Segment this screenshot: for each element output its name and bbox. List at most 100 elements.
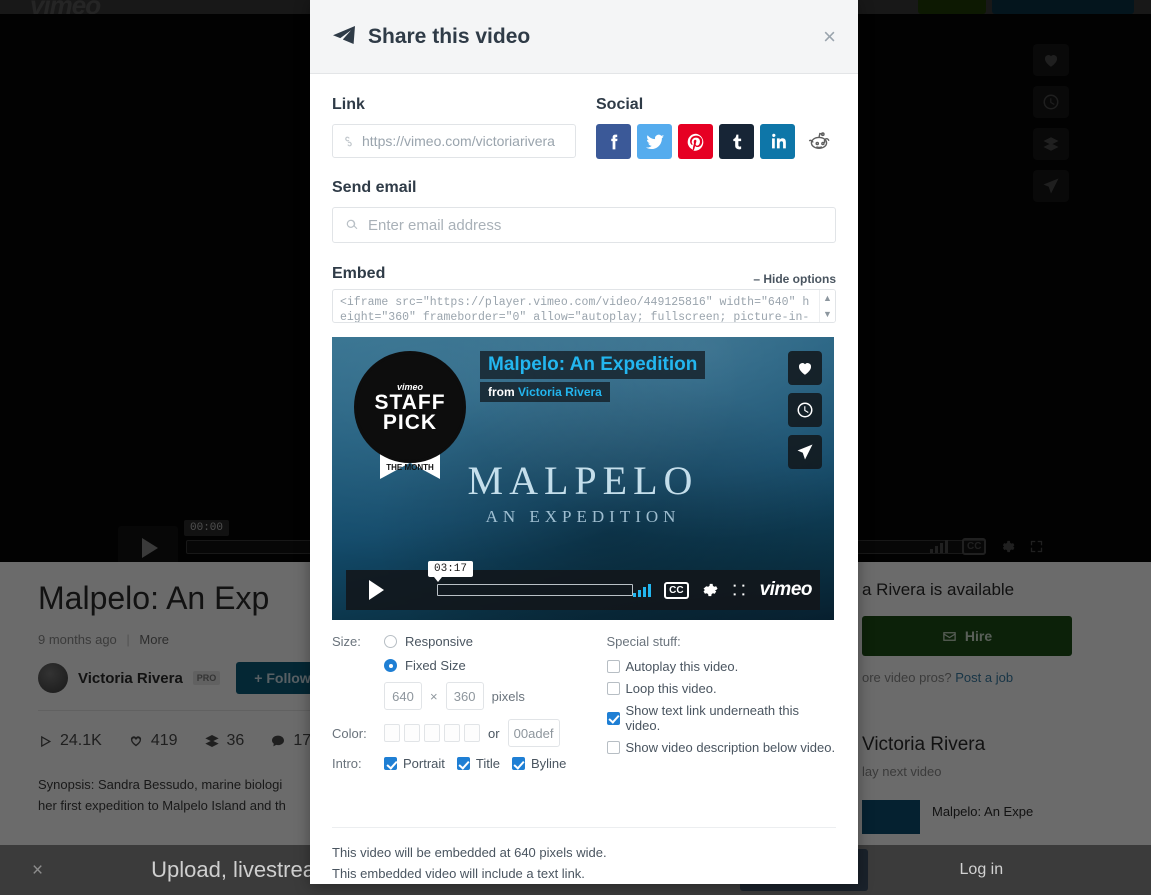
tumblr-icon[interactable] <box>719 124 754 159</box>
hide-options-toggle[interactable]: – Hide options <box>753 272 836 289</box>
scroll-up-icon[interactable]: ▲ <box>823 293 832 303</box>
paper-plane-icon <box>332 25 356 49</box>
color-swatch[interactable] <box>444 724 460 742</box>
vimeo-logo: vimeo <box>759 579 813 600</box>
email-section: Send email Enter email address <box>332 179 836 243</box>
preview-author-line: from Victoria Rivera <box>480 382 610 402</box>
text-link-label: Show text link underneath this video. <box>625 703 799 733</box>
settings-gear-icon[interactable] <box>702 582 718 598</box>
title-checkbox[interactable] <box>456 757 470 770</box>
color-hex-input[interactable]: 00adef <box>507 719 560 747</box>
play-button[interactable] <box>354 575 399 605</box>
responsive-radio[interactable] <box>384 635 397 648</box>
loop-label: Loop this video. <box>625 681 717 696</box>
social-section: Social <box>596 96 836 159</box>
portrait-checkbox[interactable] <box>384 757 397 770</box>
cc-icon[interactable]: CC <box>664 581 689 599</box>
reddit-icon[interactable] <box>801 124 836 159</box>
autoplay-row[interactable]: Autoplay this video. <box>606 659 836 674</box>
footer-line-2: This embedded video will include a text … <box>332 866 585 881</box>
color-swatches <box>384 724 480 742</box>
color-swatch[interactable] <box>404 724 420 742</box>
search-icon <box>345 218 359 232</box>
size-fixed-row: Fixed Size <box>332 658 601 673</box>
modal-body: Link https://vimeo.com/victoriarivera So… <box>310 74 858 817</box>
pinterest-icon[interactable] <box>678 124 713 159</box>
color-or-label: or <box>488 725 500 741</box>
pixels-label: pixels <box>491 688 525 704</box>
title-label: Title <box>475 756 500 771</box>
embed-options-left: Size: Responsive Fixed Size 640 × 360 pi… <box>332 634 601 780</box>
color-row: Color: or 00adef <box>332 719 601 747</box>
preview-video-title[interactable]: Malpelo: An Expedition <box>480 351 706 379</box>
loop-row[interactable]: Loop this video. <box>606 681 836 696</box>
scroll-down-icon[interactable]: ▼ <box>823 309 832 319</box>
description-checkbox[interactable] <box>606 741 620 754</box>
autoplay-label: Autoplay this video. <box>625 659 739 674</box>
text-link-checkbox[interactable] <box>606 711 620 725</box>
modal-title: Share this video <box>368 24 531 48</box>
preview-side-actions <box>788 351 822 469</box>
preview-sub-title: AN EXPEDITION <box>485 507 681 526</box>
embed-options: Size: Responsive Fixed Size 640 × 360 pi… <box>332 620 836 780</box>
preview-author[interactable]: Victoria Rivera <box>518 385 602 399</box>
width-input[interactable]: 640 <box>384 682 422 710</box>
share-modal: Share this video × Link https://vimeo.co… <box>310 0 858 884</box>
autoplay-checkbox[interactable] <box>606 660 620 673</box>
special-stuff-section: Special stuff: Autoplay this video. Loop… <box>606 634 836 780</box>
intro-label: Intro: <box>332 756 362 771</box>
preview-player-controls: 03:17 CC vimeo <box>346 561 820 610</box>
loop-checkbox[interactable] <box>606 682 620 695</box>
preview-big-title: MALPELO <box>467 458 699 503</box>
byline-checkbox[interactable] <box>511 757 525 770</box>
color-swatch[interactable] <box>464 724 480 742</box>
facebook-icon[interactable] <box>596 124 631 159</box>
embed-scrollbar[interactable]: ▲ ▼ <box>819 290 835 322</box>
embed-code-field[interactable]: <iframe src="https://player.vimeo.com/vi… <box>332 289 836 323</box>
close-icon[interactable]: × <box>32 861 43 880</box>
embed-section: Embed – Hide options <iframe src="https:… <box>332 265 836 323</box>
intro-byline[interactable]: Byline <box>511 756 566 771</box>
height-input[interactable]: 360 <box>445 682 484 710</box>
social-label: Social <box>596 96 644 113</box>
special-stuff-label: Special stuff: <box>606 634 681 649</box>
description-label: Show video description below video. <box>625 740 836 755</box>
watch-later-icon[interactable] <box>788 393 822 427</box>
text-link-row[interactable]: Show text link underneath this video. <box>606 703 836 733</box>
intro-title[interactable]: Title <box>456 756 500 771</box>
modal-header: Share this video × <box>310 0 858 74</box>
fullscreen-icon[interactable] <box>731 582 747 598</box>
video-preview[interactable]: BEST OFTHE MONTH vimeo STAFF PICK Malpel… <box>332 337 834 620</box>
intro-portrait[interactable]: Portrait <box>384 756 445 771</box>
times-symbol: × <box>430 688 438 704</box>
staff-pick-line1: STAFF <box>374 390 446 414</box>
email-placeholder: Enter email address <box>368 216 502 234</box>
linkedin-icon[interactable] <box>760 124 795 159</box>
intro-row: Intro: Portrait Title Byline <box>332 756 601 771</box>
twitter-icon[interactable] <box>637 124 672 159</box>
share-link-value: https://vimeo.com/victoriarivera <box>362 133 555 149</box>
log-in-link[interactable]: Log in <box>960 861 1004 879</box>
preview-scrubber[interactable] <box>437 584 634 596</box>
volume-icon[interactable] <box>633 583 652 597</box>
size-responsive-row: Size: Responsive <box>332 634 601 649</box>
link-and-social-row: Link https://vimeo.com/victoriarivera So… <box>332 96 836 159</box>
fixed-size-label: Fixed Size <box>405 658 466 673</box>
footer-line-1: This video will be embedded at 640 pixel… <box>332 845 607 860</box>
color-swatch[interactable] <box>424 724 440 742</box>
close-icon[interactable]: × <box>823 25 836 48</box>
portrait-label: Portrait <box>403 756 445 771</box>
size-inputs: 640 × 360 pixels <box>384 682 601 710</box>
link-label: Link <box>332 96 365 113</box>
heart-icon[interactable] <box>788 351 822 385</box>
embed-label: Embed <box>332 265 386 282</box>
color-swatch[interactable] <box>384 724 400 742</box>
email-field[interactable]: Enter email address <box>332 207 836 243</box>
share-link-input[interactable]: https://vimeo.com/victoriarivera <box>332 124 576 158</box>
modal-footer: This video will be embedded at 640 pixel… <box>332 827 836 884</box>
share-icon[interactable] <box>788 435 822 469</box>
description-row[interactable]: Show video description below video. <box>606 740 836 755</box>
staff-pick-line2: PICK <box>382 410 438 434</box>
send-email-label: Send email <box>332 179 417 196</box>
fixed-size-radio[interactable] <box>384 659 397 672</box>
